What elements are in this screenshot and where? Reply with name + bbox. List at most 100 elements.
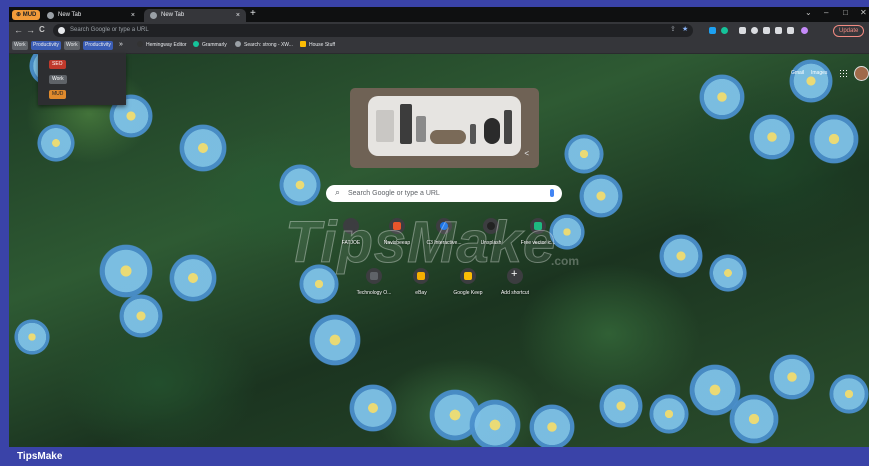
back-button[interactable]: ←: [14, 25, 23, 35]
puzzle-icon[interactable]: [775, 27, 782, 34]
avatar[interactable]: [854, 66, 869, 81]
background-flower: [529, 404, 575, 447]
share-page-icon[interactable]: ⇪: [670, 25, 676, 33]
background-flower: [119, 294, 163, 338]
hemingway-icon: [137, 41, 143, 47]
doodle-figure: [470, 124, 476, 144]
footer-brand: TipsMake: [17, 451, 63, 462]
google-doodle-card: <: [350, 88, 539, 168]
background-flower: [169, 254, 217, 302]
menu-item-seo[interactable]: SEO: [49, 60, 66, 69]
bookmark-group-productivity[interactable]: Productivity: [31, 41, 61, 50]
tab-label: New Tab: [161, 12, 185, 18]
background-flower: [709, 254, 747, 292]
profile-icon[interactable]: [801, 27, 808, 34]
extension-icon-2[interactable]: [721, 27, 728, 34]
background-flower: [809, 114, 859, 164]
images-link[interactable]: Images: [811, 70, 827, 76]
background-flower: [749, 114, 795, 160]
extension-icon-4[interactable]: [751, 27, 758, 34]
doodle-figure: [400, 104, 412, 144]
bookmark-group-work[interactable]: Work: [64, 41, 80, 50]
bookmark-hemingway[interactable]: Hemingway Editor: [137, 41, 187, 50]
background-flower: [789, 59, 833, 103]
google-icon: [58, 27, 65, 34]
extension-icon-1[interactable]: [709, 27, 716, 34]
new-tab-button[interactable]: +: [250, 8, 256, 19]
grammarly-icon: [193, 41, 199, 47]
bookmark-group-productivity[interactable]: Productivity: [83, 41, 113, 50]
bookmark-label: Search: strong - XW...: [244, 42, 293, 48]
doodle-objects: [430, 130, 466, 144]
background-flower: [99, 244, 153, 298]
forward-button[interactable]: →: [26, 25, 35, 35]
reload-button[interactable]: C: [39, 25, 45, 34]
background-flower: [829, 374, 869, 414]
close-tab-icon[interactable]: ×: [131, 9, 135, 22]
background-flower: [309, 314, 361, 366]
toolbar: ← → C Search Google or type a URL ⇪ ★ Up…: [9, 22, 869, 39]
extension-icon-5[interactable]: [763, 27, 770, 34]
background-flower: [469, 399, 521, 447]
shortcut-label: Google Keep: [453, 290, 483, 296]
footer-bar: TipsMake: [0, 447, 869, 466]
background-flower: [659, 234, 703, 278]
gmail-link[interactable]: Gmail: [791, 70, 804, 76]
tab-group-chip[interactable]: ⊕ MUD: [12, 10, 41, 20]
tab-group-menu: SEO Work MUD: [38, 53, 126, 105]
background-flower: [579, 174, 623, 218]
close-tab-icon[interactable]: ×: [236, 9, 240, 22]
bookmark-search-strong[interactable]: Search: strong - XW...: [235, 41, 293, 50]
shortcut-label: Add shortcut: [500, 290, 530, 296]
shortcut-label: Technology O...: [356, 290, 392, 296]
tab-search-chevron-icon[interactable]: ⌄: [805, 8, 812, 17]
omnibox[interactable]: Search Google or type a URL ⇪ ★: [53, 24, 693, 37]
folder-icon: [300, 41, 306, 47]
maximize-button[interactable]: □: [843, 8, 848, 17]
bookmarks-bar: Work Productivity Work Productivity » He…: [9, 39, 869, 54]
tab-group-icon: ⊕: [16, 12, 23, 18]
tab-strip: ⊕ MUD New Tab × New Tab × + ⌄ – □ ✕: [9, 7, 869, 22]
omnibox-placeholder: Search Google or type a URL: [70, 27, 149, 33]
google-doodle-image[interactable]: [368, 96, 521, 156]
tab-group-label: MUD: [22, 12, 37, 18]
menu-item-mud[interactable]: MUD: [49, 90, 67, 99]
bookmark-house-stuff[interactable]: House Stuff: [300, 41, 335, 50]
shortcut-label: eBay: [415, 290, 427, 296]
update-button[interactable]: Update: [833, 25, 865, 37]
menu-item-work[interactable]: Work: [49, 75, 67, 84]
search-icon: ⌕: [335, 187, 341, 197]
background-flower: [599, 384, 643, 428]
background-flower: [14, 319, 50, 355]
microphone-icon[interactable]: [550, 189, 554, 197]
gear-icon: [235, 41, 241, 47]
search-placeholder: Search Google or type a URL: [348, 190, 440, 197]
doodle-letter-g: [376, 110, 394, 142]
ntp-search-box[interactable]: ⌕ Search Google or type a URL: [326, 185, 562, 202]
tab-new-tab-1[interactable]: New Tab ×: [41, 9, 141, 22]
more-bookmarks-icon[interactable]: »: [119, 41, 123, 50]
bookmark-label: Hemingway Editor: [146, 42, 187, 48]
bookmark-grammarly[interactable]: Grammarly: [193, 41, 227, 50]
bookmark-label: Grammarly: [202, 42, 227, 48]
doodle-figure: [416, 116, 426, 142]
minimize-button[interactable]: –: [824, 8, 828, 17]
new-tab-page: Gmail Images < ⌕ Search Google or type a…: [9, 54, 869, 447]
bookmark-star-icon[interactable]: ★: [682, 25, 688, 33]
google-apps-icon[interactable]: [839, 69, 847, 77]
tab-label: New Tab: [58, 12, 82, 18]
close-window-button[interactable]: ✕: [860, 8, 867, 17]
watermark-brand: TipsMake: [284, 210, 557, 276]
background-flower: [769, 354, 815, 400]
doodle-figure: [504, 110, 512, 144]
background-flower: [37, 124, 75, 162]
bookmark-label: House Stuff: [309, 42, 336, 48]
browser-window: ⊕ MUD New Tab × New Tab × + ⌄ – □ ✕ ← → …: [9, 7, 869, 447]
tab-new-tab-2[interactable]: New Tab ×: [144, 9, 246, 22]
share-icon[interactable]: <: [524, 149, 529, 158]
bookmark-group-work[interactable]: Work: [12, 41, 28, 50]
background-flower: [729, 394, 779, 444]
side-panel-icon[interactable]: [787, 27, 794, 34]
extension-icon-3[interactable]: [739, 27, 746, 34]
watermark-domain: .com: [551, 254, 580, 268]
